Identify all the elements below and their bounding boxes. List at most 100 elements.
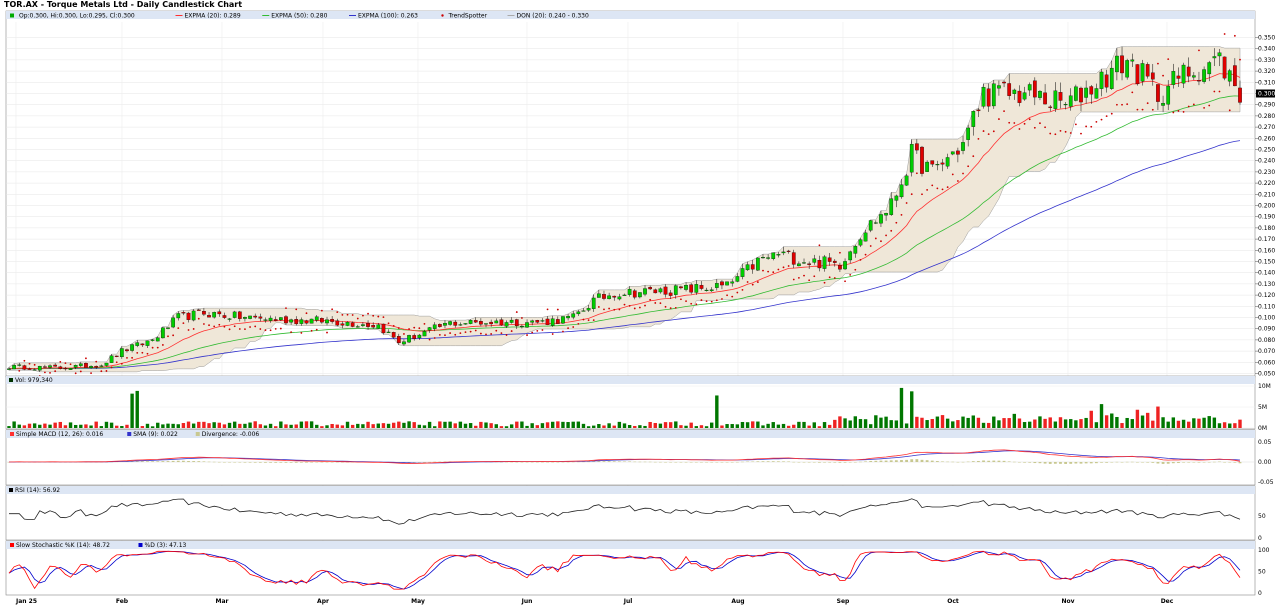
chart-canvas[interactable]: 0.0500.0600.0700.0800.0900.1000.1100.120… <box>0 0 1279 615</box>
candle-body <box>53 364 58 367</box>
trendspotter-dot <box>1192 103 1195 106</box>
candle-body <box>997 85 1001 89</box>
candle-body <box>1217 52 1222 57</box>
candle-body <box>278 317 283 321</box>
volume-bar <box>458 421 463 428</box>
macd-histogram-bar <box>910 459 914 462</box>
macd-histogram-bar <box>746 461 749 463</box>
trendspotter-dot <box>1157 62 1159 65</box>
volume-bar <box>238 423 242 428</box>
volume-bar <box>7 426 11 428</box>
candle-body <box>422 331 427 337</box>
volume-bar <box>381 423 386 428</box>
trendspotter-dot <box>449 332 452 334</box>
volume-bar <box>386 423 391 428</box>
candle-body <box>1094 88 1099 99</box>
trendspotter-dot <box>274 328 277 330</box>
volume-bar <box>474 425 478 428</box>
trendspotter-dot <box>1182 111 1185 113</box>
price-tick-label: 0.130 <box>1258 281 1275 288</box>
trendspotter-dot <box>485 333 487 336</box>
candle-body <box>355 326 360 328</box>
volume-bar <box>848 420 852 428</box>
trendspotter-dot <box>715 299 718 302</box>
candle-body <box>704 289 709 292</box>
volume-bar <box>1079 419 1083 428</box>
candle-body <box>1156 84 1160 102</box>
trendspotter-dot <box>905 202 908 204</box>
volume-bar <box>1012 413 1017 428</box>
trendspotter-dot <box>915 172 918 175</box>
candle-body <box>961 142 965 151</box>
macd-histogram-bar <box>987 460 991 462</box>
volume-bar <box>858 419 863 428</box>
candle-body <box>1181 64 1186 84</box>
macd-histogram-bar <box>289 462 293 463</box>
candle-body <box>1063 104 1068 106</box>
volume-bar <box>1053 421 1058 428</box>
trendspotter-dot <box>28 362 31 365</box>
x-axis-label-9: Oct <box>947 598 959 605</box>
volume-bar <box>889 420 893 428</box>
volume-bar <box>684 425 688 428</box>
macd-histogram-bar <box>1038 462 1042 464</box>
volume-bar <box>104 421 109 428</box>
trendspotter-dot <box>213 325 216 328</box>
candle-body <box>745 264 750 271</box>
volume-bar <box>58 421 62 428</box>
trendspotter-dot <box>177 327 180 330</box>
volume-bar <box>602 425 606 428</box>
x-axis-label-3: Apr <box>317 598 329 605</box>
trendspotter-dot <box>1039 122 1041 125</box>
trendspotter-dot <box>874 237 877 240</box>
volume-bar <box>920 417 924 428</box>
trendspotter-dot <box>172 334 175 337</box>
macd-histogram-bar <box>1125 461 1129 463</box>
trendspotter-dot <box>1033 126 1036 129</box>
macd-histogram-bar <box>705 462 708 463</box>
candle-body <box>402 341 406 345</box>
rsi-tick-label: 50 <box>1258 513 1266 520</box>
trendspotter-dot <box>1008 121 1011 124</box>
candle-body <box>248 315 252 319</box>
candle-body <box>371 325 376 328</box>
rsi-tick-label: 0 <box>1258 535 1262 542</box>
macd-histogram-bar <box>1023 462 1026 463</box>
trendspotter-dot <box>269 329 272 332</box>
trendspotter-dot <box>131 356 134 359</box>
candle-body <box>668 292 673 296</box>
candle-body <box>1227 70 1232 82</box>
candle-body <box>709 289 714 292</box>
candle-body <box>545 318 550 326</box>
candle-body <box>720 281 724 286</box>
trendspotter-dot <box>79 370 82 373</box>
volume-bar <box>181 423 186 428</box>
price-tick-label: 0.280 <box>1258 113 1275 120</box>
macd-histogram-bar <box>935 461 939 462</box>
volume-bar <box>761 425 765 428</box>
candle-body <box>37 365 42 371</box>
trendspotter-dot <box>54 370 57 373</box>
macd-histogram-bar <box>181 460 185 462</box>
trendspotter-dot <box>367 312 369 315</box>
trendspotter-dot <box>674 306 677 309</box>
trendspotter-dot <box>823 281 826 284</box>
trendspotter-dot <box>998 118 1000 120</box>
macd-histogram-bar <box>1048 462 1052 464</box>
trendspotter-dot <box>849 273 852 276</box>
volume-bar <box>1145 412 1150 428</box>
candle-body <box>776 254 781 256</box>
macd-histogram-bar <box>1110 462 1114 463</box>
candle-body <box>222 315 227 318</box>
candle-body <box>171 317 175 328</box>
trendspotter-dot <box>1003 110 1005 113</box>
candle-body <box>366 323 370 327</box>
volume-bar <box>976 417 981 428</box>
candle-body <box>714 283 719 288</box>
macd-histogram-bar <box>776 461 780 462</box>
candle-body <box>268 317 273 321</box>
candle-body <box>135 342 140 346</box>
volume-bar <box>786 425 791 428</box>
trendspotter-dot <box>115 361 118 364</box>
volume-bar <box>48 424 52 428</box>
